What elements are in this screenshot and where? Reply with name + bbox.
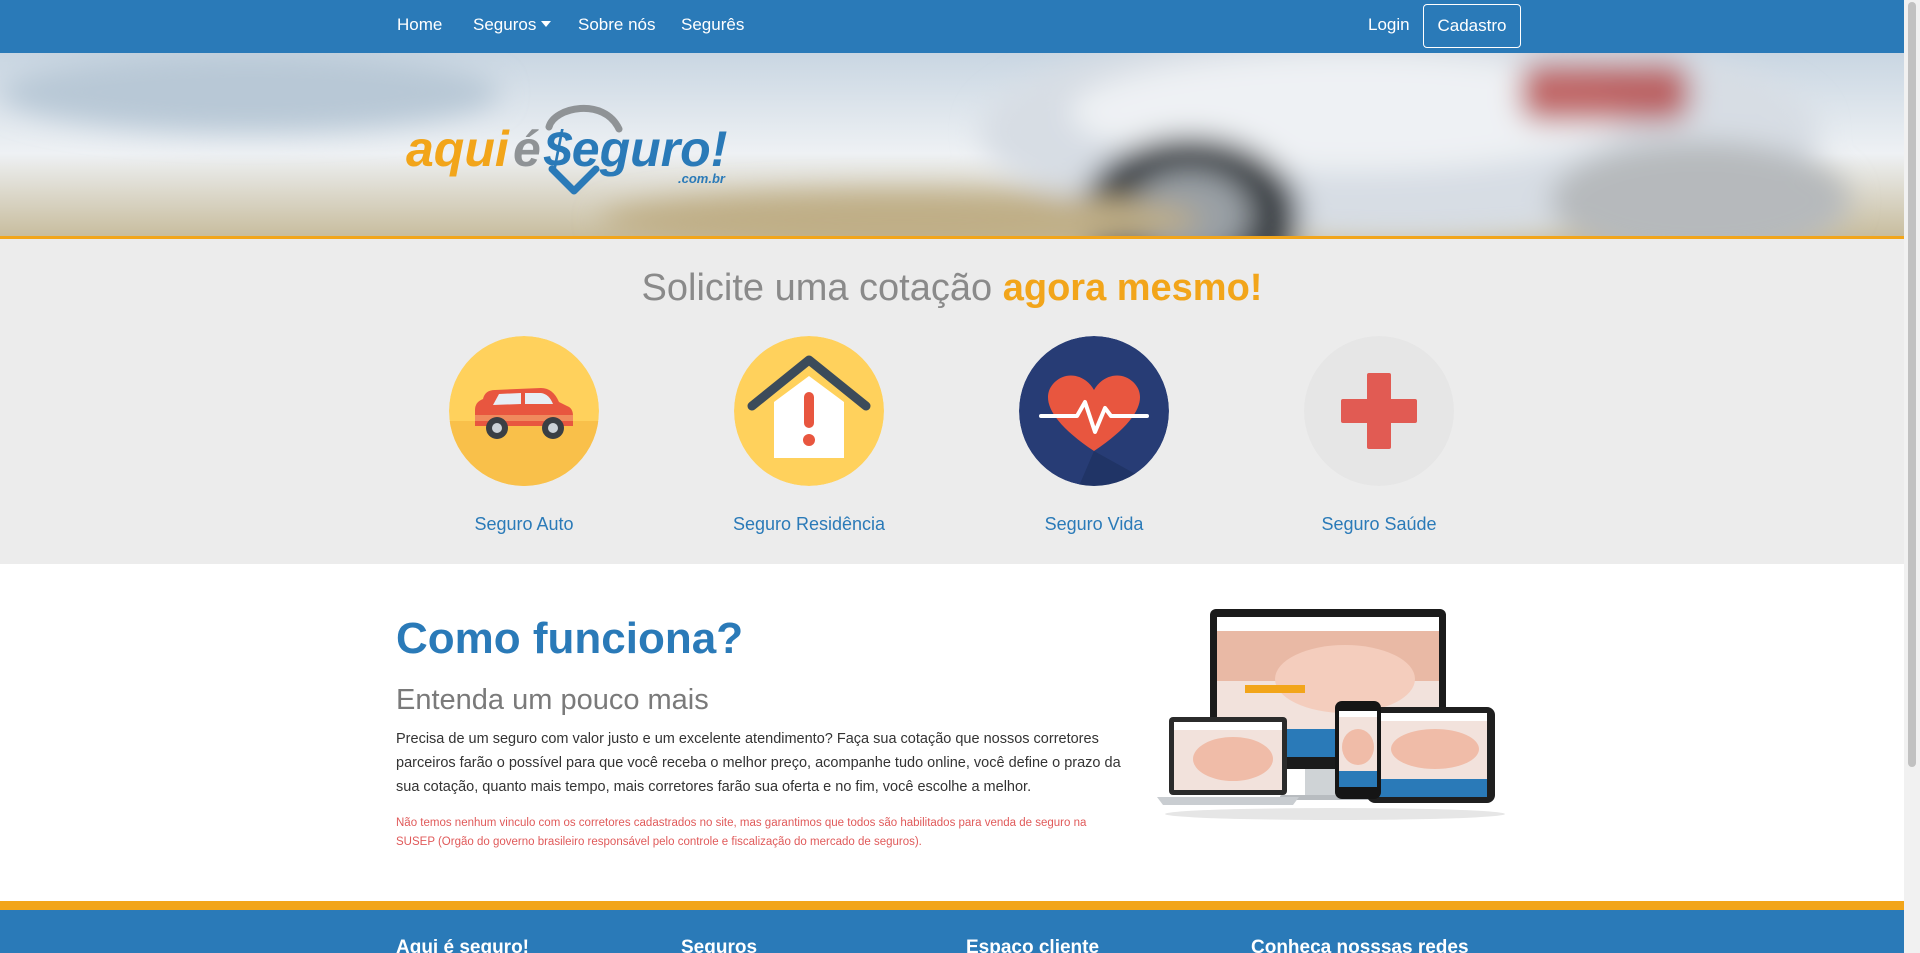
login-label: Login [1368,15,1410,34]
how-subtitle: Entenda um pouco mais [396,684,709,716]
nav-segures-link[interactable]: Segurês [681,15,744,35]
signup-label: Cadastro [1437,16,1507,35]
heart-pulse-icon [1019,336,1169,486]
logo-text-e: é [513,121,541,177]
nav-sobre-label: Sobre nós [578,15,656,34]
quote-title: Solicite uma cotação agora mesmo! [0,267,1904,310]
footer-col-about: Aqui é seguro! [396,937,530,953]
site-footer: Aqui é seguro! Seguros Espaço cliente Co… [0,901,1904,953]
footer-col-social: Conheça nosssas redes [1251,937,1469,953]
nav-seguros-label: Seguros [473,15,537,34]
hero-car-image [0,53,1904,236]
insurance-auto-card[interactable]: Seguro Auto [414,336,634,535]
how-description: Precisa de um seguro com valor justo e u… [396,731,1121,795]
how-title: Como funciona? [396,614,744,663]
login-link[interactable]: Login [1368,15,1410,35]
scrollbar-thumb[interactable] [1908,2,1916,767]
footer-col-insurances: Seguros [681,937,758,953]
insurance-auto-label: Seguro Auto [474,514,574,534]
medical-cross-icon [1304,336,1454,486]
nav-seguros-dropdown[interactable]: Seguros [473,15,552,35]
quote-section: Solicite uma cotação agora mesmo! Seguro… [0,239,1904,564]
insurance-life-card[interactable]: Seguro Vida [984,336,1204,535]
susep-disclaimer: Não temos nenhum vinculo com os corretor… [396,817,1087,848]
logo-text-seguro: $eguro! [543,121,727,177]
page: Home Seguros Sobre nós Segurês Login Cad… [0,0,1904,953]
aquieseguro-logo[interactable]: aqui é $eguro! .com.br [404,99,744,199]
car-icon [449,336,599,486]
quote-title-accent: agora mesmo! [1002,267,1263,309]
how-it-works-section: Como funciona? Entenda um pouco mais Pre… [0,564,1904,901]
top-navbar: Home Seguros Sobre nós Segurês Login Cad… [0,0,1904,53]
insurance-health-card[interactable]: Seguro Saúde [1269,336,1489,535]
nav-segures-label: Segurês [681,15,745,34]
logo-domain: .com.br [678,171,726,186]
nav-home-label: Home [397,15,443,34]
nav-sobre-link[interactable]: Sobre nós [578,15,656,35]
logo-text-aqui: aqui [406,121,510,177]
quote-title-main: Solicite uma cotação [641,267,993,309]
footer-col-client-area: Espaço cliente [966,937,1100,953]
insurance-residence-card[interactable]: Seguro Residência [699,336,919,535]
devices-mockup-image [1157,609,1505,820]
signup-button[interactable]: Cadastro [1423,4,1521,48]
chevron-down-icon [541,21,552,27]
insurance-health-label: Seguro Saúde [1321,514,1437,534]
house-alert-icon [734,336,884,486]
insurance-life-label: Seguro Vida [1044,514,1144,534]
nav-home-link[interactable]: Home [397,15,442,35]
insurance-residence-label: Seguro Residência [732,514,886,534]
vertical-scrollbar[interactable] [1904,0,1920,953]
hero-banner: aqui é $eguro! .com.br [0,53,1904,239]
